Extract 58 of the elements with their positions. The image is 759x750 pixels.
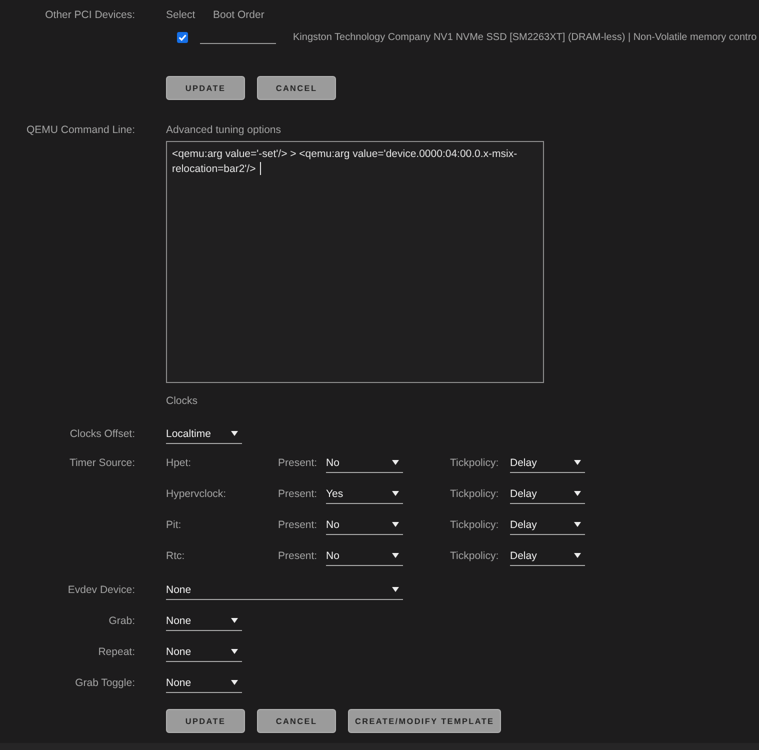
- caret-icon: [392, 553, 399, 558]
- present-label: Present:: [278, 518, 318, 533]
- caret-icon: [231, 680, 238, 685]
- action-button[interactable]: CANCEL: [257, 76, 336, 100]
- caret-icon: [574, 553, 581, 558]
- tickpolicy-label: Tickpolicy:: [450, 518, 500, 533]
- form-label: QEMU Command Line:: [25, 123, 135, 138]
- caret-icon: [574, 522, 581, 527]
- command-textarea[interactable]: <qemu:arg value='-set'/> > <qemu:arg value='device.0000:04:00.0.x-msix-relocation=bar2'/>: [166, 141, 544, 383]
- section-heading: Clocks: [166, 394, 199, 409]
- form-label: Grab:: [108, 614, 135, 629]
- dropdown[interactable]: Localtime: [166, 424, 242, 444]
- column-header: Select: [166, 8, 196, 23]
- dropdown[interactable]: No: [326, 515, 403, 535]
- caret-icon: [231, 618, 238, 623]
- timer-name-label: Pit:: [166, 518, 182, 533]
- caret-icon: [231, 431, 238, 436]
- form-label: Grab Toggle:: [74, 676, 135, 691]
- dropdown[interactable]: Yes: [326, 484, 403, 504]
- timer-name-label: Hpet:: [166, 456, 192, 471]
- caret-icon: [574, 460, 581, 465]
- dropdown[interactable]: No: [326, 453, 403, 473]
- dropdown[interactable]: Delay: [510, 515, 585, 535]
- dropdown[interactable]: None: [166, 611, 242, 631]
- device-name: Kingston Technology Company NV1 NVMe SSD [SM2263XT] (DRAM-less) | Non-Volatile memory contro: [293, 32, 757, 42]
- timer-name-label: Rtc:: [166, 549, 186, 564]
- tickpolicy-label: Tickpolicy:: [450, 549, 500, 564]
- action-button[interactable]: UPDATE: [166, 76, 245, 100]
- present-label: Present:: [278, 487, 318, 502]
- present-label: Present:: [278, 456, 318, 471]
- dropdown[interactable]: None: [166, 580, 403, 600]
- dropdown[interactable]: Delay: [510, 453, 585, 473]
- caret-icon: [231, 649, 238, 654]
- tickpolicy-label: Tickpolicy:: [450, 456, 500, 471]
- timer-name-label: Hypervclock:: [166, 487, 228, 502]
- action-button[interactable]: CREATE/MODIFY TEMPLATE: [348, 709, 502, 733]
- form-label: Evdev Device:: [66, 583, 135, 598]
- caret-icon: [574, 491, 581, 496]
- caret-icon: [392, 491, 399, 496]
- checkbox[interactable]: [177, 32, 188, 42]
- caret-icon: [392, 460, 399, 465]
- action-button[interactable]: CANCEL: [257, 709, 336, 733]
- tickpolicy-label: Tickpolicy:: [450, 487, 500, 502]
- form-label: Timer Source:: [68, 456, 135, 471]
- column-header: Boot Order: [213, 8, 264, 23]
- textarea-caption: Advanced tuning options: [166, 123, 282, 138]
- caret-icon: [392, 522, 399, 527]
- dropdown[interactable]: Delay: [510, 484, 585, 504]
- present-label: Present:: [278, 549, 318, 564]
- form-label: Repeat:: [97, 645, 135, 660]
- form-label: Clocks Offset:: [68, 427, 135, 442]
- dropdown[interactable]: Delay: [510, 546, 585, 566]
- dropdown[interactable]: None: [166, 642, 242, 662]
- dropdown[interactable]: None: [166, 673, 242, 693]
- form-label: Other PCI Devices:: [44, 8, 135, 23]
- action-button[interactable]: UPDATE: [166, 709, 245, 733]
- caret-icon: [392, 587, 399, 592]
- dropdown[interactable]: No: [326, 546, 403, 566]
